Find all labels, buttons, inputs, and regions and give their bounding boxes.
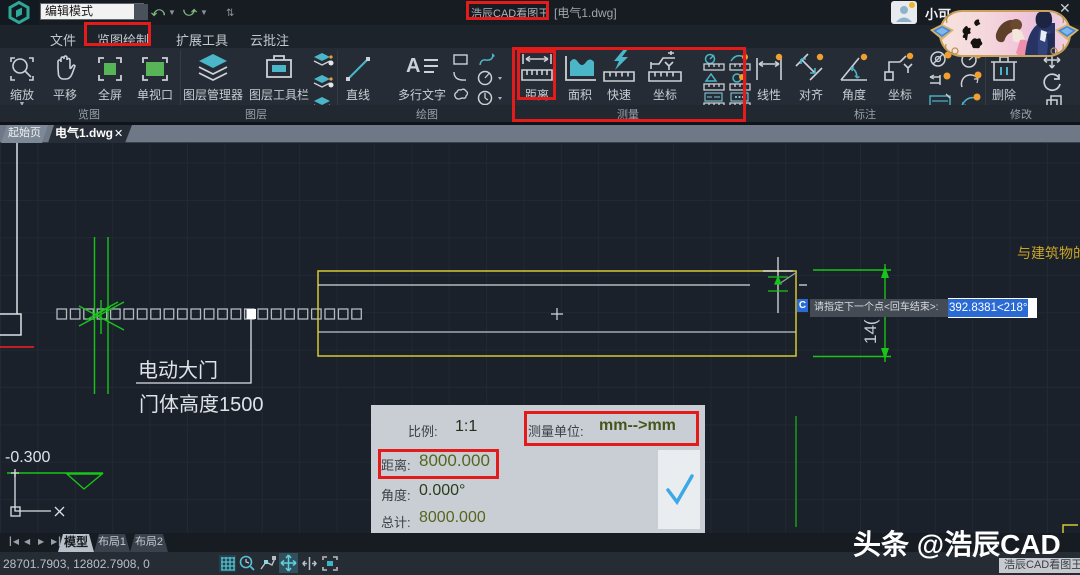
svg-text:14(: 14(: [861, 319, 880, 344]
svg-text:A: A: [406, 55, 420, 77]
